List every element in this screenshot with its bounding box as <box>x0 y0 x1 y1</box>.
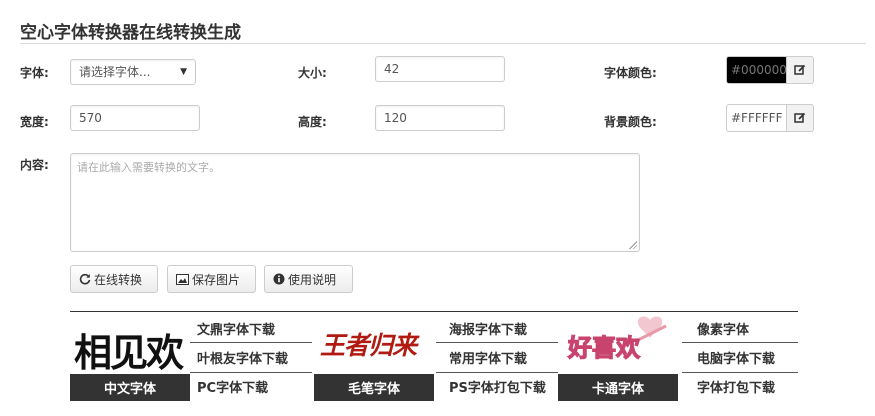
info-icon <box>273 273 285 285</box>
link-divider <box>436 372 558 373</box>
cartoon-font-sample-image[interactable]: 好喜欢 <box>558 312 678 374</box>
font-download-banner: 相见欢 中文字体 文鼎字体下载 叶根友字体下载 PC字体下载 王者归来 毛笔字体… <box>70 311 798 401</box>
font-label: 字体: <box>20 66 49 80</box>
font-color-label: 字体颜色: <box>604 66 657 80</box>
content-placeholder: 请在此输入需要转换的文字。 <box>77 161 220 174</box>
brush-font-sample-text: 王者归来 <box>320 331 417 360</box>
banner-link[interactable]: 文鼎字体下载 <box>197 319 275 338</box>
width-input[interactable]: 570 <box>70 105 200 131</box>
height-input[interactable]: 120 <box>375 105 505 131</box>
title-divider <box>20 43 866 44</box>
chinese-font-sample-text: 相见欢 <box>74 330 184 374</box>
save-image-button-label: 保存图片 <box>192 272 241 287</box>
font-select[interactable]: 请选择字体... ▼ <box>70 59 196 85</box>
banner-link[interactable]: 海报字体下载 <box>449 319 527 338</box>
page-title: 空心字体转换器在线转换生成 <box>20 23 241 43</box>
brush-font-sample-image[interactable]: 王者归来 <box>314 312 434 374</box>
link-divider <box>190 342 312 343</box>
font-select-value: 请选择字体... <box>79 65 151 79</box>
convert-button[interactable]: 在线转换 <box>70 265 158 293</box>
banner-link[interactable]: 电脑字体下载 <box>697 348 775 367</box>
content-textarea[interactable]: 请在此输入需要转换的文字。 <box>70 153 640 252</box>
font-color-input[interactable]: #000000 <box>726 56 787 84</box>
cartoon-font-sample-text: 好喜欢 <box>567 333 640 362</box>
brush-font-caption[interactable]: 毛笔字体 <box>314 374 434 401</box>
bg-color-input[interactable]: #FFFFFF <box>726 104 787 132</box>
refresh-icon <box>79 273 91 285</box>
link-divider <box>682 342 798 343</box>
banner-link[interactable]: 像素字体 <box>697 319 749 338</box>
cartoon-font-caption[interactable]: 卡通字体 <box>558 374 678 401</box>
convert-button-label: 在线转换 <box>94 272 143 287</box>
link-divider <box>682 372 798 373</box>
content-label: 内容: <box>20 158 49 172</box>
height-label: 高度: <box>298 115 327 129</box>
banner-link[interactable]: 字体打包下载 <box>697 377 775 396</box>
bg-color-picker-button[interactable] <box>787 104 814 132</box>
banner-link[interactable]: 常用字体下载 <box>449 348 527 367</box>
chinese-font-sample-image[interactable]: 相见欢 <box>70 312 190 374</box>
help-button[interactable]: 使用说明 <box>264 265 353 293</box>
size-label: 大小: <box>298 66 327 80</box>
width-label: 宽度: <box>20 115 49 129</box>
bg-color-label: 背景颜色: <box>604 115 657 129</box>
save-image-button[interactable]: 保存图片 <box>167 265 256 293</box>
banner-link[interactable]: 叶根友字体下载 <box>197 348 288 367</box>
size-input[interactable]: 42 <box>375 56 505 82</box>
font-color-picker-button[interactable] <box>787 56 814 84</box>
edit-icon <box>794 112 806 123</box>
image-icon <box>176 273 189 285</box>
banner-link[interactable]: PS字体打包下载 <box>449 377 546 396</box>
link-divider <box>190 372 312 373</box>
chevron-down-icon: ▼ <box>180 67 187 77</box>
resize-handle[interactable] <box>629 241 637 249</box>
edit-icon <box>794 64 806 75</box>
banner-link[interactable]: PC字体下载 <box>197 377 268 396</box>
help-button-label: 使用说明 <box>288 272 337 287</box>
chinese-font-caption[interactable]: 中文字体 <box>70 374 190 401</box>
link-divider <box>436 342 558 343</box>
